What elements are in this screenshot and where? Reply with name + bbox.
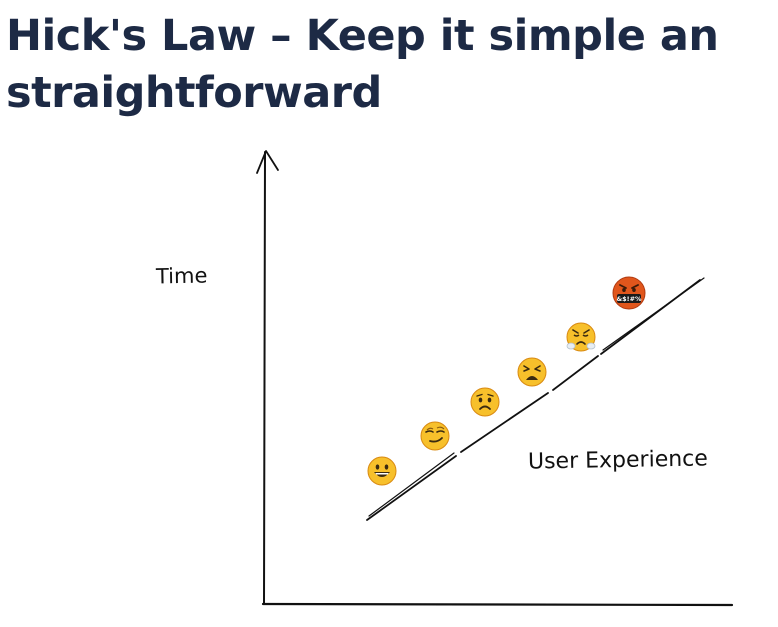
smirking-face-icon: [420, 421, 450, 451]
y-axis-arrowhead: [256, 150, 279, 174]
x-axis-line: [261, 602, 734, 607]
worried-face-icon: [470, 387, 500, 417]
slide: Hick's Law – Keep it simple an straightf…: [0, 0, 778, 627]
hand-drawn-graph: [256, 150, 734, 607]
tired-face-icon: [517, 357, 547, 387]
trend-line-label: User Experience: [527, 446, 709, 475]
cursing-face-icon: &$!#%: [612, 276, 646, 310]
trend-line-sketch-stroke: [368, 277, 705, 517]
steaming-face-icon: [566, 322, 596, 352]
grinning-face-icon: [367, 456, 397, 486]
y-axis-line: [262, 151, 266, 605]
y-axis-label: Time: [155, 263, 208, 289]
cursing-face-symbols: &$!#%: [616, 295, 642, 303]
